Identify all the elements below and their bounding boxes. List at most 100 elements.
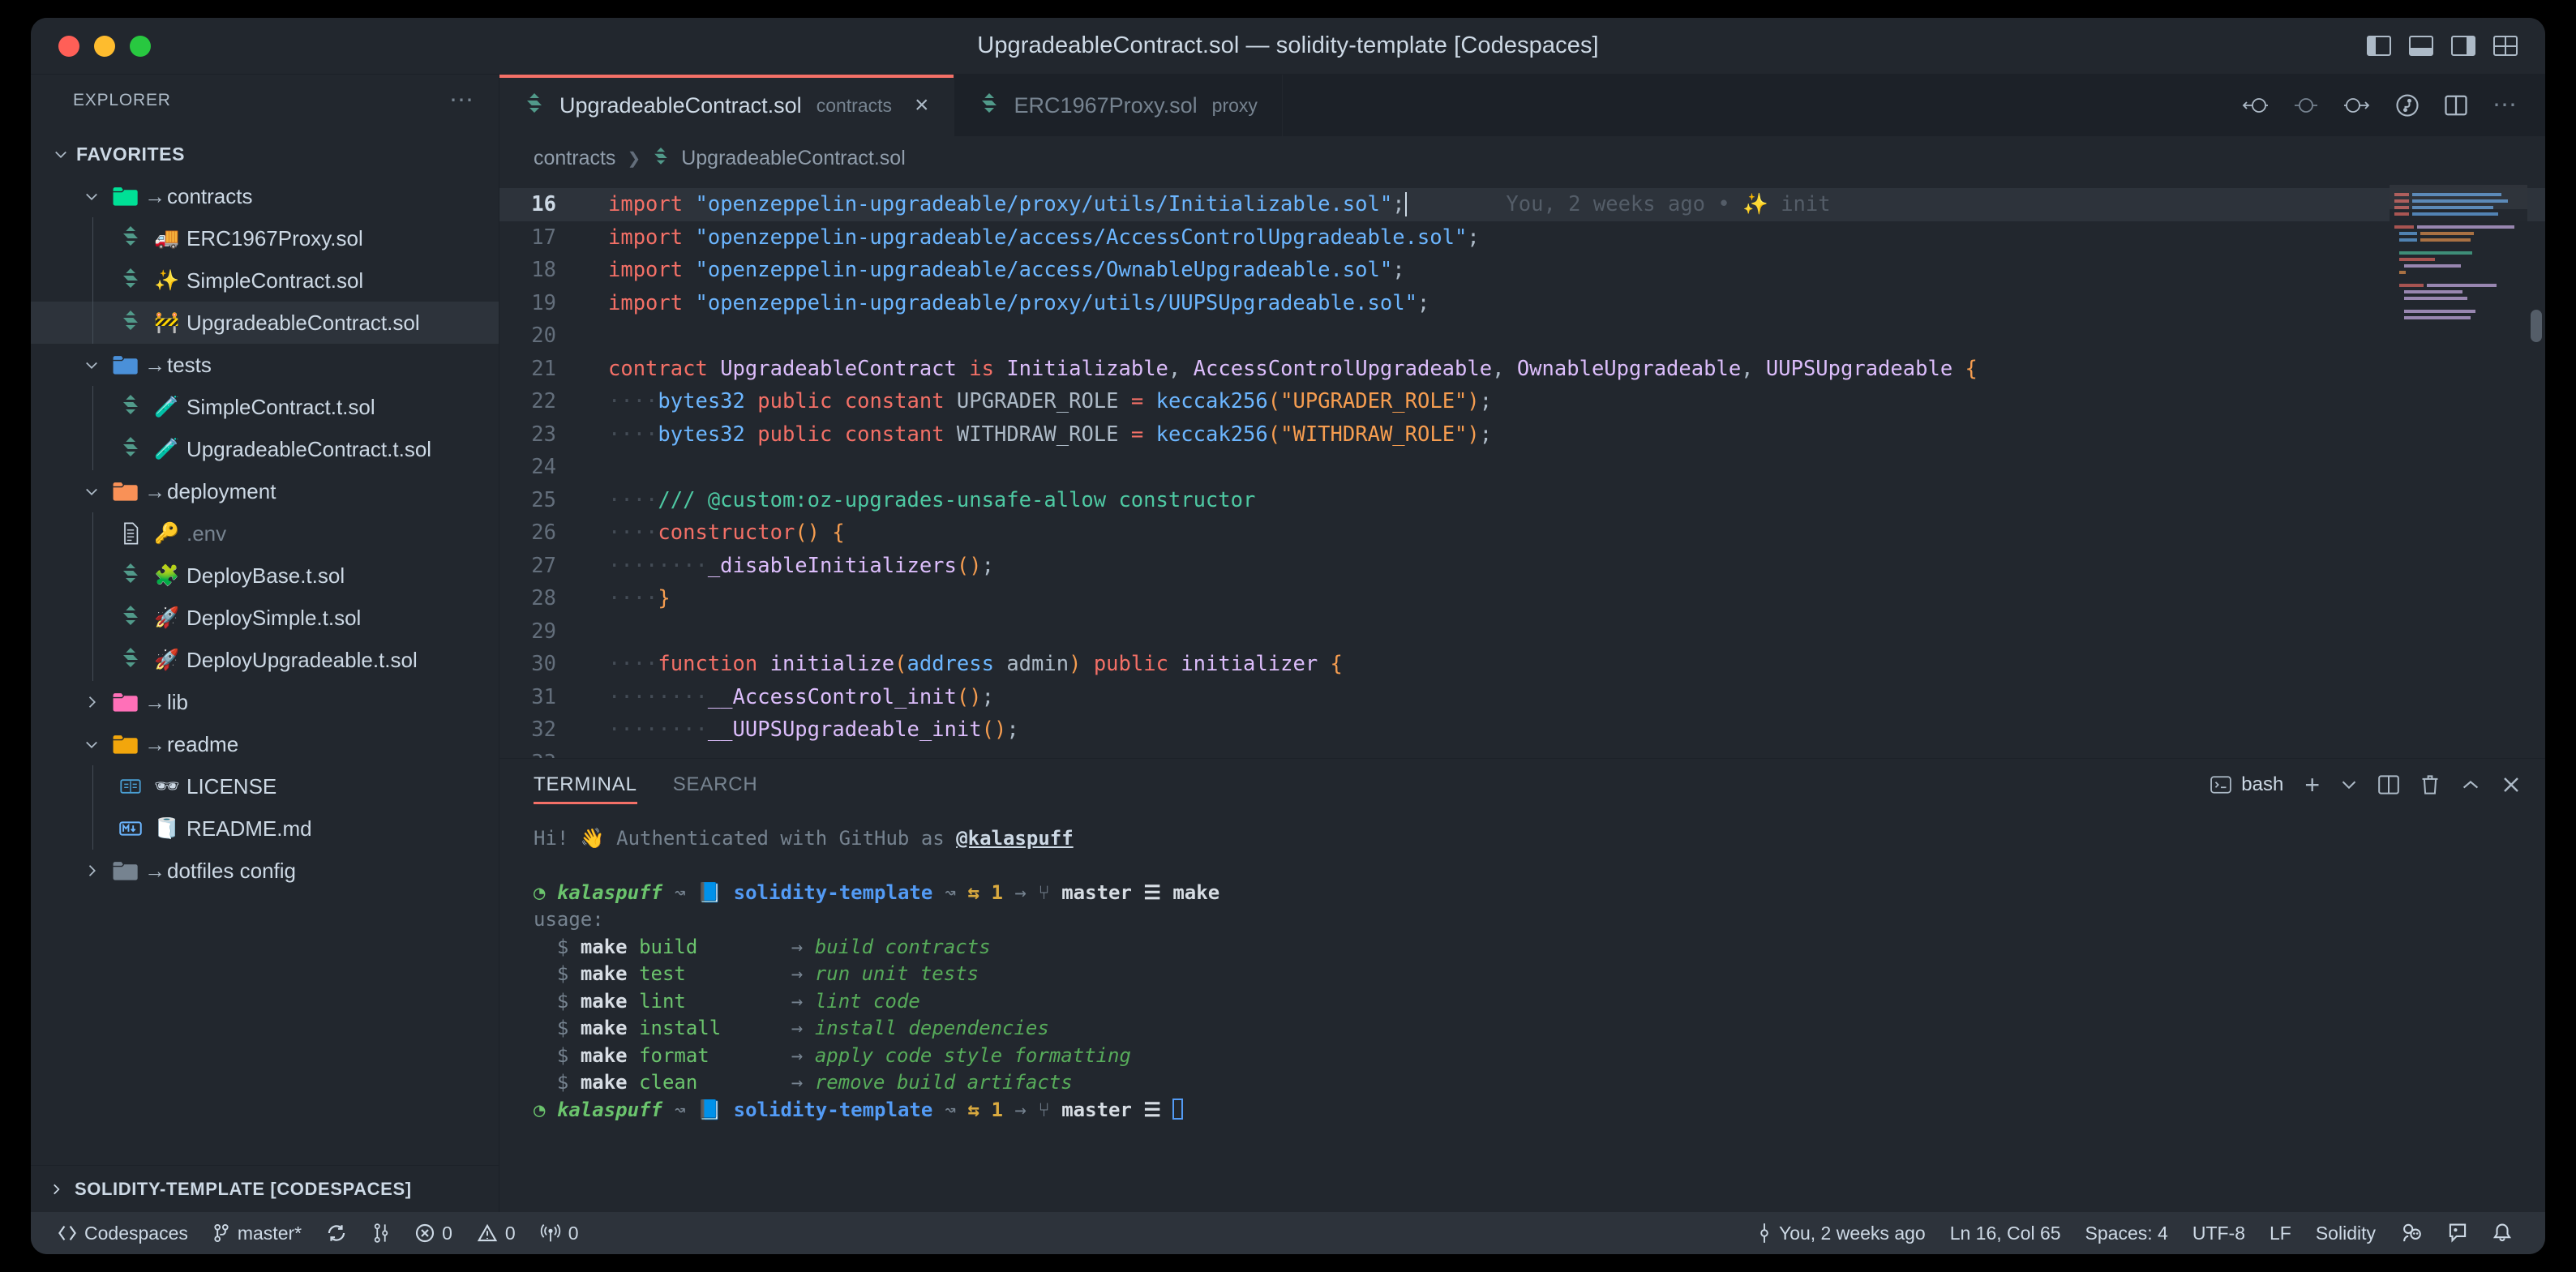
maximize-panel-icon[interactable]: [2461, 778, 2480, 791]
tree-item-license[interactable]: 🕶 LICENSE: [31, 765, 499, 807]
status-compare[interactable]: [359, 1212, 403, 1254]
status-language[interactable]: Solidity: [2304, 1223, 2388, 1244]
chevron-down-icon[interactable]: [76, 188, 107, 204]
status-encoding[interactable]: UTF-8: [2180, 1223, 2257, 1244]
tab-erc1967proxy[interactable]: ERC1967Proxy.sol proxy: [954, 75, 1283, 136]
terminal-shell-chip[interactable]: bash: [2210, 773, 2283, 796]
panel-tab-search[interactable]: SEARCH: [673, 759, 758, 811]
code-line[interactable]: 31 ········__AccessControl_init();: [499, 681, 2545, 714]
indent-guide: [92, 386, 93, 428]
explorer-more-icon[interactable]: ⋯: [449, 88, 476, 113]
tree-item-lib[interactable]: → lib: [31, 681, 499, 723]
code-line[interactable]: 22 ····bytes32 public constant UPGRADER_R…: [499, 385, 2545, 418]
source-control-icon[interactable]: [2395, 93, 2420, 118]
tree-item-tests[interactable]: → tests: [31, 344, 499, 386]
tree-item-readme-md[interactable]: 🧻 README.md: [31, 807, 499, 850]
code-line[interactable]: 26 ····constructor() {: [499, 516, 2545, 550]
code-line[interactable]: 23 ····bytes32 public constant WITHDRAW_R…: [499, 418, 2545, 452]
maximize-window-button[interactable]: [130, 35, 151, 57]
panel-left-icon[interactable]: [2367, 36, 2391, 56]
chevron-right-icon[interactable]: [76, 863, 107, 879]
code-line[interactable]: 16 import "openzeppelin-upgradeable/proxy…: [499, 188, 2545, 221]
tab-upgradeablecontract[interactable]: UpgradeableContract.sol contracts ×: [499, 75, 954, 136]
indent-guide: [92, 555, 93, 597]
new-terminal-icon[interactable]: +: [2304, 772, 2320, 798]
panel-bottom-icon[interactable]: [2409, 36, 2433, 56]
tree-item-deployupgradeable[interactable]: 🚀 DeployUpgradeable.t.sol: [31, 639, 499, 681]
current-change-icon[interactable]: [2293, 96, 2319, 115]
chevron-down-icon[interactable]: [76, 736, 107, 752]
more-actions-icon[interactable]: ⋯: [2492, 93, 2519, 118]
customize-layout-icon[interactable]: [2493, 36, 2518, 56]
status-warnings[interactable]: 0: [465, 1212, 528, 1254]
go-to-next-change-icon[interactable]: [2343, 96, 2371, 115]
tree-item-readme-folder[interactable]: → readme: [31, 723, 499, 765]
status-ports[interactable]: 0: [528, 1212, 591, 1254]
split-terminal-icon[interactable]: [2378, 775, 2399, 794]
tree-item-simplecontract[interactable]: ✨ SimpleContract.sol: [31, 259, 499, 302]
code-line[interactable]: 27 ········_disableInitializers();: [499, 550, 2545, 583]
tree-item-deploybase[interactable]: 🧩 DeployBase.t.sol: [31, 555, 499, 597]
split-editor-icon[interactable]: [2444, 94, 2468, 117]
minimap-slider[interactable]: [2390, 185, 2527, 209]
line-number: 31: [531, 684, 556, 709]
panel-tab-terminal[interactable]: TERMINAL: [534, 759, 637, 811]
code-editor[interactable]: 16 import "openzeppelin-upgradeable/proxy…: [499, 180, 2545, 758]
tree-item-upgradeablecontract-t[interactable]: 🧪 UpgradeableContract.t.sol: [31, 428, 499, 470]
breadcrumb-file[interactable]: UpgradeableContract.sol: [681, 147, 906, 170]
code-line[interactable]: 29: [499, 615, 2545, 649]
tree-item-contracts[interactable]: → contracts: [31, 175, 499, 217]
code-line[interactable]: 25 ····/// @custom:oz-upgrades-unsafe-all…: [499, 484, 2545, 517]
tree-section-favorites[interactable]: FAVORITES: [31, 133, 499, 175]
code-line[interactable]: 33: [499, 747, 2545, 759]
go-to-previous-change-icon[interactable]: [2241, 96, 2269, 115]
status-feedback[interactable]: [2435, 1223, 2480, 1244]
tree-item-deploysimple[interactable]: 🚀 DeploySimple.t.sol: [31, 597, 499, 639]
status-branch[interactable]: master*: [200, 1212, 314, 1254]
status-codespaces[interactable]: Codespaces: [45, 1212, 200, 1254]
kill-terminal-icon[interactable]: [2420, 774, 2440, 795]
code-line[interactable]: 21 contract UpgradeableContract is Initia…: [499, 353, 2545, 386]
close-window-button[interactable]: [58, 35, 79, 57]
code-line[interactable]: 24: [499, 451, 2545, 484]
tree-item-upgradeablecontract[interactable]: 🚧 UpgradeableContract.sol: [31, 302, 499, 344]
chevron-right-icon[interactable]: [76, 694, 107, 710]
status-blame[interactable]: You, 2 weeks ago: [1745, 1223, 1938, 1244]
panel-right-icon[interactable]: [2451, 36, 2475, 56]
code-line[interactable]: 32 ········__UUPSUpgradeable_init();: [499, 713, 2545, 747]
status-eol[interactable]: LF: [2257, 1223, 2304, 1244]
tab-description: contracts: [816, 94, 893, 116]
workspace-footer[interactable]: SOLIDITY-TEMPLATE [CODESPACES]: [31, 1165, 499, 1212]
code-line[interactable]: 20: [499, 319, 2545, 353]
code-content[interactable]: 16 import "openzeppelin-upgradeable/proxy…: [499, 180, 2545, 758]
terminal-output[interactable]: Hi! 👋 Authenticated with GitHub as @kala…: [499, 811, 2545, 1212]
code-line[interactable]: 18 import "openzeppelin-upgradeable/acces…: [499, 254, 2545, 287]
editor-scrollbar[interactable]: [2531, 310, 2542, 342]
status-notifications[interactable]: [2480, 1223, 2524, 1244]
terminal-prompt-2[interactable]: ◔ kalaspuff ↝ 📘 solidity-template ↝ ⇆ 1 …: [534, 1097, 2511, 1124]
chevron-down-icon[interactable]: [76, 483, 107, 499]
status-indent[interactable]: Spaces: 4: [2073, 1223, 2180, 1244]
close-panel-icon[interactable]: [2501, 775, 2521, 794]
status-position[interactable]: Ln 16, Col 65: [1938, 1223, 2073, 1244]
breadcrumb-folder[interactable]: contracts: [534, 147, 615, 170]
tree-item-deployment[interactable]: → deployment: [31, 470, 499, 512]
code-line[interactable]: 19 import "openzeppelin-upgradeable/proxy…: [499, 287, 2545, 320]
tree-item-env[interactable]: 🔑 .env: [31, 512, 499, 555]
tree-item-simplecontract-t[interactable]: 🧪 SimpleContract.t.sol: [31, 386, 499, 428]
github-handle-link[interactable]: @kalaspuff: [956, 827, 1074, 850]
terminal-dropdown-icon[interactable]: [2341, 779, 2357, 790]
tree-item-erc1967proxy[interactable]: 🚚 ERC1967Proxy.sol: [31, 217, 499, 259]
code-line[interactable]: 30 ····function initialize(address admin)…: [499, 648, 2545, 681]
status-liveshare[interactable]: [2388, 1223, 2435, 1244]
tree-item-dotfiles[interactable]: → dotfiles config: [31, 850, 499, 892]
chevron-down-icon[interactable]: [76, 357, 107, 373]
status-errors[interactable]: 0: [403, 1212, 465, 1254]
terminal-usage-row: $ make clean → remove build artifacts: [556, 1071, 1073, 1094]
code-line[interactable]: 28 ····}: [499, 582, 2545, 615]
code-line[interactable]: 17 import "openzeppelin-upgradeable/acces…: [499, 221, 2545, 255]
status-sync[interactable]: [314, 1212, 359, 1254]
minimap[interactable]: [2390, 186, 2527, 381]
minimize-window-button[interactable]: [94, 35, 115, 57]
close-tab-icon[interactable]: ×: [915, 93, 929, 118]
